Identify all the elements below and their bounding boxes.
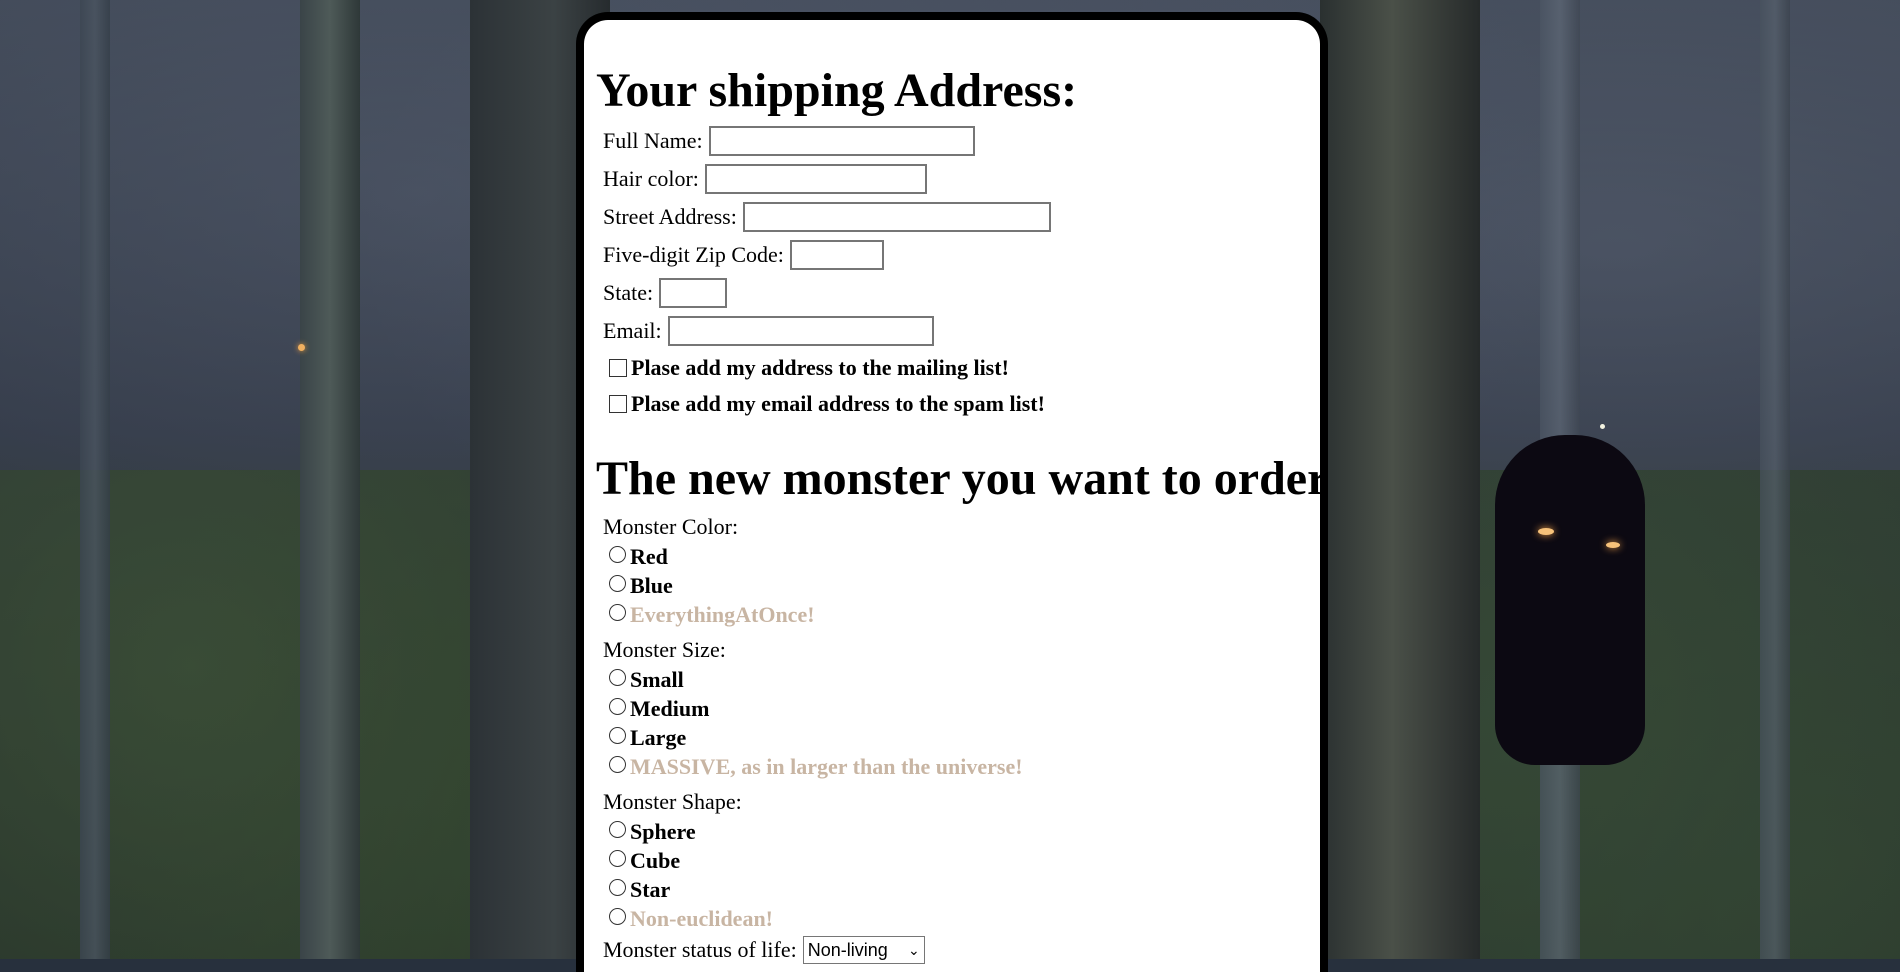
- hair-color-label: Hair color:: [603, 166, 699, 191]
- tree-trunk: [80, 0, 110, 959]
- color-everything-radio: [609, 604, 626, 621]
- shadow-creature: [1495, 435, 1645, 765]
- creature-eye: [1538, 528, 1554, 535]
- email-label: Email:: [603, 318, 662, 343]
- shape-sphere-radio[interactable]: [609, 821, 626, 838]
- life-status-label: Monster status of life:: [603, 937, 797, 962]
- shape-non-euclidean-radio: [609, 908, 626, 925]
- zip-code-label: Five-digit Zip Code:: [603, 242, 784, 267]
- color-red-label: Red: [630, 543, 668, 569]
- size-option-massive: MASSIVE, as in larger than the universe!: [603, 752, 1320, 781]
- street-address-label: Street Address:: [603, 204, 737, 229]
- zip-code-input[interactable]: [789, 240, 884, 270]
- spam-list-label: Plase add my email address to the spam l…: [631, 391, 1045, 416]
- hair-color-row: Hair color:: [603, 160, 1320, 198]
- tree-trunk: [1320, 0, 1480, 959]
- order-form-card: Your shipping Address: Full Name: Hair c…: [576, 12, 1328, 972]
- size-large-label: Large: [630, 724, 687, 750]
- color-option-red: Red: [603, 542, 1320, 571]
- street-address-input[interactable]: [742, 202, 1051, 232]
- spam-list-option: Plase add my email address to the spam l…: [603, 386, 1320, 422]
- shape-cube-radio[interactable]: [609, 850, 626, 867]
- color-option-blue: Blue: [603, 571, 1320, 600]
- shape-option-cube: Cube: [603, 846, 1320, 875]
- zip-code-row: Five-digit Zip Code:: [603, 236, 1320, 274]
- full-name-row: Full Name:: [603, 122, 1320, 160]
- color-blue-radio[interactable]: [609, 575, 626, 592]
- shape-star-radio[interactable]: [609, 879, 626, 896]
- color-red-radio[interactable]: [609, 546, 626, 563]
- shape-star-label: Star: [630, 876, 671, 902]
- creature-eye: [1606, 542, 1620, 548]
- size-small-radio[interactable]: [609, 669, 626, 686]
- mailing-list-option: Plase add my address to the mailing list…: [603, 350, 1320, 386]
- size-option-large: Large: [603, 723, 1320, 752]
- full-name-input[interactable]: [708, 126, 975, 156]
- color-everything-label: EverythingAtOnce!: [630, 601, 815, 627]
- spam-list-checkbox[interactable]: [609, 395, 627, 413]
- mailing-list-checkbox[interactable]: [609, 359, 627, 377]
- shipping-form: Full Name: Hair color: Street Address: F…: [596, 122, 1320, 422]
- monster-color-label: Monster Color:: [603, 514, 739, 539]
- life-status-select[interactable]: Non-living ⌄: [802, 936, 925, 964]
- state-label: State:: [603, 280, 654, 305]
- state-row: State:: [603, 274, 1320, 312]
- size-large-radio[interactable]: [609, 727, 626, 744]
- distant-light: [1600, 424, 1605, 429]
- shape-option-star: Star: [603, 875, 1320, 904]
- monster-size-label: Monster Size:: [603, 637, 726, 662]
- shape-sphere-label: Sphere: [630, 818, 696, 844]
- color-blue-label: Blue: [630, 572, 673, 598]
- state-input[interactable]: [659, 278, 728, 308]
- size-massive-radio: [609, 756, 626, 773]
- color-option-everything: EverythingAtOnce!: [603, 600, 1320, 629]
- shape-option-sphere: Sphere: [603, 817, 1320, 846]
- full-name-label: Full Name:: [603, 128, 703, 153]
- distant-light: [298, 344, 305, 351]
- shipping-heading: Your shipping Address:: [596, 64, 1078, 117]
- life-status-row: Monster status of life: Non-living ⌄: [603, 933, 1320, 967]
- size-small-label: Small: [630, 666, 684, 692]
- size-option-medium: Medium: [603, 694, 1320, 723]
- shape-cube-label: Cube: [630, 847, 681, 873]
- tree-trunk: [1760, 0, 1790, 959]
- chevron-down-icon: ⌄: [907, 941, 920, 958]
- tree-trunk: [300, 0, 360, 959]
- size-medium-radio[interactable]: [609, 698, 626, 715]
- size-medium-label: Medium: [630, 695, 710, 721]
- shape-option-non-euclidean: Non-euclidean!: [603, 904, 1320, 933]
- order-heading: The new monster you want to order:: [596, 452, 1328, 505]
- monster-form: Monster Color: Red Blue EverythingAtOnce…: [596, 510, 1320, 967]
- life-status-value: Non-living: [807, 939, 888, 960]
- email-input[interactable]: [667, 316, 934, 346]
- monster-shape-label: Monster Shape:: [603, 789, 742, 814]
- size-option-small: Small: [603, 665, 1320, 694]
- size-massive-label: MASSIVE, as in larger than the universe!: [630, 753, 1023, 779]
- email-row: Email:: [603, 312, 1320, 350]
- street-address-row: Street Address:: [603, 198, 1320, 236]
- mailing-list-label: Plase add my address to the mailing list…: [631, 355, 1009, 380]
- hair-color-input[interactable]: [704, 164, 927, 194]
- shape-non-euclidean-label: Non-euclidean!: [630, 905, 773, 931]
